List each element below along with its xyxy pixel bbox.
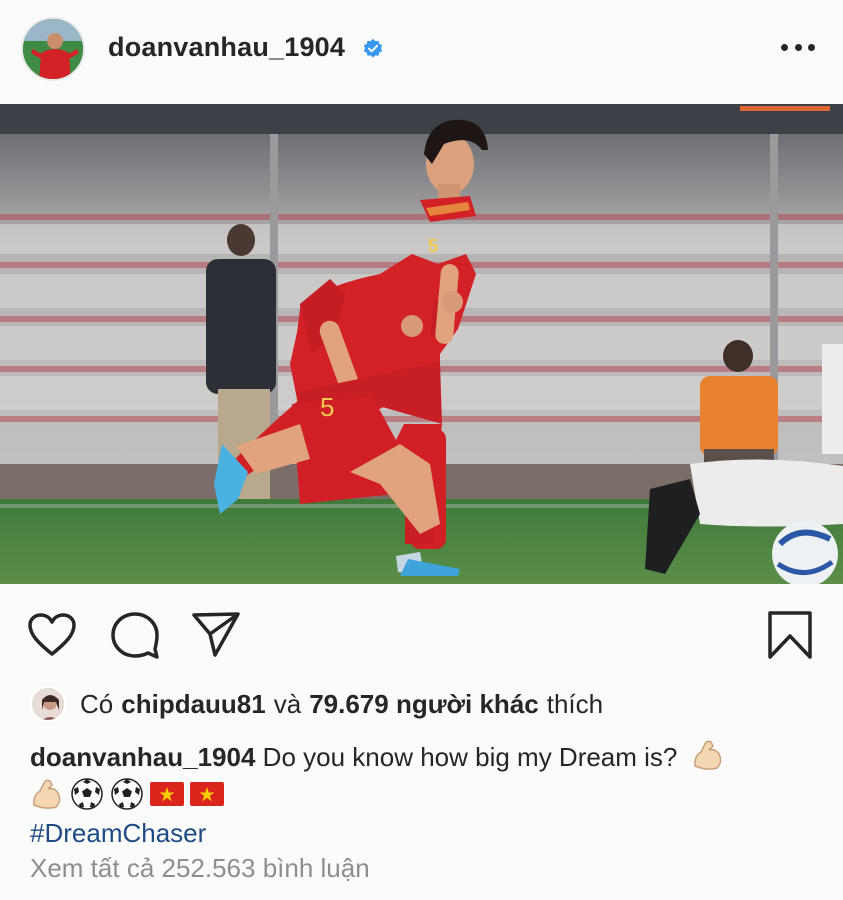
soccer-ball-icon xyxy=(71,778,103,810)
flexed-biceps-icon xyxy=(693,740,721,770)
caption-username[interactable]: doanvanhau_1904 xyxy=(30,742,255,772)
likes-others-count[interactable]: 79.679 người khác xyxy=(309,689,539,720)
flexed-biceps-icon xyxy=(33,779,61,809)
post-header: doanvanhau_1904 xyxy=(0,0,843,104)
comment-bubble-icon[interactable] xyxy=(110,611,160,659)
bookmark-icon[interactable] xyxy=(766,610,814,660)
caption-text: Do you know how big my Dream is? xyxy=(262,742,678,772)
more-options-icon[interactable] xyxy=(781,40,815,54)
vietnam-flag-icon xyxy=(190,782,224,806)
likes-prefix: Có xyxy=(80,688,114,719)
caption-hashtag[interactable]: #DreamChaser xyxy=(30,814,820,852)
likes-conjunction: và xyxy=(273,688,302,719)
paper-plane-icon[interactable] xyxy=(190,610,242,658)
jersey-number: 5 xyxy=(320,392,334,422)
liker-avatar[interactable] xyxy=(30,686,66,722)
caption-emoji-row xyxy=(30,776,820,812)
post-caption: doanvanhau_1904 Do you know how big my D… xyxy=(30,738,820,852)
likes-summary: Có chipdauu81 và 79.679 người khác thích xyxy=(30,684,603,724)
avatar[interactable] xyxy=(21,17,85,81)
verified-badge-icon xyxy=(363,38,383,58)
post-photo[interactable]: 5 5 xyxy=(0,104,843,584)
soccer-ball-icon xyxy=(111,778,143,810)
heart-icon[interactable] xyxy=(27,612,77,658)
likes-suffix: thích xyxy=(546,688,604,719)
view-all-comments-link[interactable]: Xem tất cả 252.563 bình luận xyxy=(30,853,370,884)
action-bar xyxy=(0,584,843,684)
liked-by-username[interactable]: chipdauu81 xyxy=(121,689,265,720)
svg-text:5: 5 xyxy=(428,236,438,256)
vietnam-flag-icon xyxy=(150,782,184,806)
post-username[interactable]: doanvanhau_1904 xyxy=(108,32,345,63)
